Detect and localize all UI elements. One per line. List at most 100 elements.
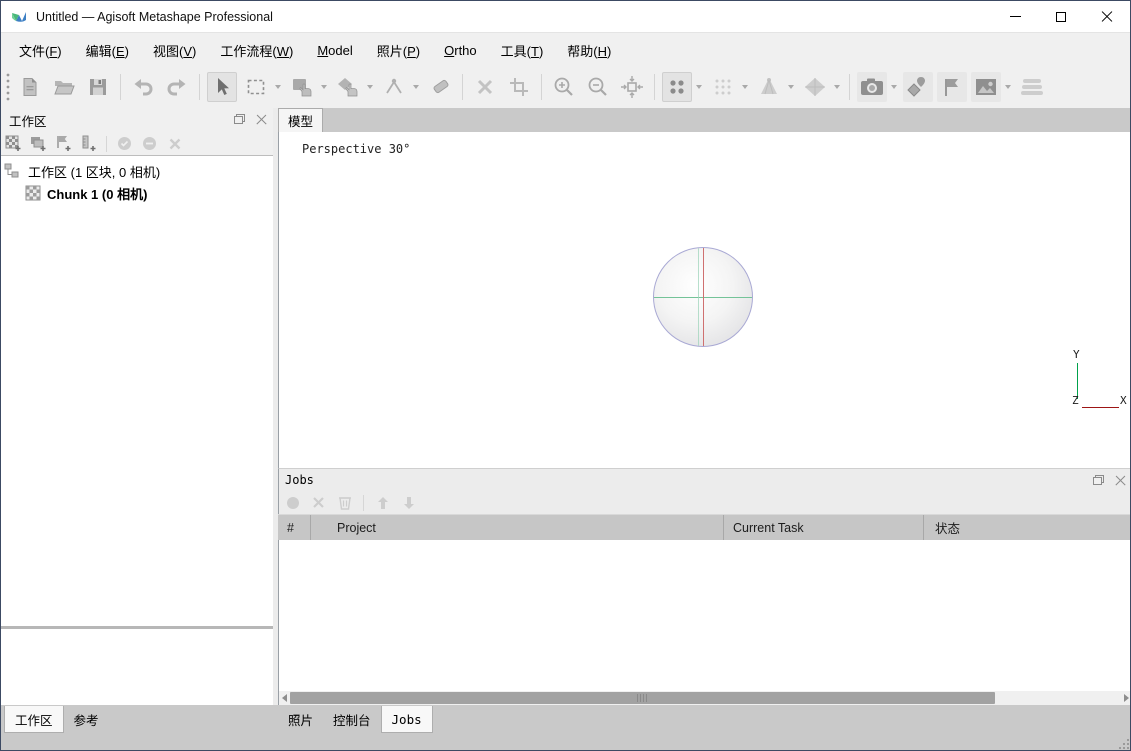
rotate-region-dropdown[interactable] [365, 72, 375, 102]
dem-stack-button[interactable] [1017, 72, 1047, 102]
menu-file[interactable]: 文件(F) [7, 35, 74, 66]
rectangle-selection-icon [246, 77, 266, 97]
menu-edit[interactable]: 编辑(E) [74, 35, 141, 66]
cancel-job-button[interactable] [309, 493, 328, 512]
redo-button[interactable] [162, 72, 192, 102]
point-cloud-dropdown[interactable] [694, 72, 704, 102]
axis-gizmo: Y Z X [1069, 348, 1131, 410]
zoom-in-icon [553, 76, 575, 98]
tab-model[interactable]: 模型 [278, 108, 323, 132]
tab-photos[interactable]: 照片 [278, 706, 323, 733]
add-scalebar-button[interactable] [79, 134, 98, 153]
left-pane-tabs: 工作区 参考 [4, 706, 109, 733]
delete-icon [476, 78, 494, 96]
move-down-icon [403, 496, 415, 510]
rectangle-selection-button[interactable] [241, 72, 271, 102]
tab-reference[interactable]: 参考 [64, 706, 109, 733]
model-shaded-button[interactable] [754, 72, 784, 102]
minimize-button[interactable] [992, 1, 1038, 32]
save-project-button[interactable] [83, 72, 113, 102]
close-icon [1101, 11, 1113, 23]
enable-item-button[interactable] [115, 134, 134, 153]
tab-console[interactable]: 控制台 [323, 706, 381, 733]
workspace-float-button[interactable] [231, 111, 247, 127]
model-tabstrip: 模型 [278, 108, 1131, 132]
model-viewport[interactable]: Perspective 30° Y Z X [278, 132, 1131, 468]
move-up-button[interactable] [373, 493, 392, 512]
pause-job-button[interactable] [283, 493, 302, 512]
point-cloud-button[interactable] [662, 72, 692, 102]
tie-points-button[interactable] [708, 72, 738, 102]
float-icon [234, 114, 245, 124]
column-header-current-task[interactable]: Current Task [724, 515, 924, 540]
rotate-region-button[interactable] [333, 72, 363, 102]
camera-dropdown[interactable] [889, 72, 899, 102]
undo-button[interactable] [128, 72, 158, 102]
tree-item-workspace-root[interactable]: 工作区 (1 区块, 0 相机) [1, 160, 273, 182]
trackball-sphere[interactable] [653, 247, 753, 347]
menu-workflow[interactable]: 工作流程(W) [208, 35, 305, 66]
jobs-close-button[interactable] [1112, 472, 1128, 488]
horizontal-scrollbar[interactable] [278, 691, 1131, 705]
add-chunk-button[interactable] [4, 134, 23, 153]
flag-button[interactable] [937, 72, 967, 102]
scroll-right-button[interactable] [1121, 691, 1131, 705]
remove-item-button[interactable] [165, 134, 184, 153]
menu-photo[interactable]: 照片(P) [365, 35, 432, 66]
ortho-image-dropdown[interactable] [1003, 72, 1013, 102]
add-photos-button[interactable] [29, 134, 48, 153]
shapes-icon [906, 76, 930, 98]
move-down-button[interactable] [399, 493, 418, 512]
rotate-object-button[interactable] [287, 72, 317, 102]
save-project-icon [88, 77, 108, 97]
add-scalebar-icon [80, 135, 97, 152]
eraser-button[interactable] [425, 72, 455, 102]
tiled-model-dropdown[interactable] [832, 72, 842, 102]
tiled-model-button[interactable] [800, 72, 830, 102]
shapes-button[interactable] [903, 72, 933, 102]
tab-jobs[interactable]: Jobs [381, 706, 433, 733]
zoom-in-button[interactable] [549, 72, 579, 102]
menu-ortho[interactable]: Ortho [432, 37, 489, 64]
clear-jobs-button[interactable] [335, 493, 354, 512]
add-chunk-icon [5, 135, 22, 152]
scroll-left-button[interactable] [279, 691, 290, 705]
delete-button[interactable] [470, 72, 500, 102]
close-button[interactable] [1084, 1, 1130, 32]
fit-view-button[interactable] [617, 72, 647, 102]
add-marker-button[interactable] [54, 134, 73, 153]
column-header-number[interactable]: # [278, 515, 311, 540]
maximize-button[interactable] [1038, 1, 1084, 32]
menu-tools[interactable]: 工具(T) [489, 35, 556, 66]
sphere-vertical-axis [703, 248, 704, 346]
ruler-dropdown[interactable] [411, 72, 421, 102]
menu-help[interactable]: 帮助(H) [555, 35, 623, 66]
camera-button[interactable] [857, 72, 887, 102]
selection-arrow-button[interactable] [207, 72, 237, 102]
column-header-status[interactable]: 状态 [924, 515, 1131, 540]
scrollbar-thumb[interactable] [290, 692, 995, 704]
enable-icon [117, 136, 132, 151]
model-shaded-dropdown[interactable] [786, 72, 796, 102]
disable-item-button[interactable] [140, 134, 159, 153]
menu-view[interactable]: 视图(V) [141, 35, 208, 66]
toolbar-grip[interactable] [3, 70, 13, 104]
rectangle-selection-dropdown[interactable] [273, 72, 283, 102]
tab-workspace[interactable]: 工作区 [4, 706, 64, 733]
tree-item-chunk[interactable]: Chunk 1 (0 相机) [1, 182, 273, 204]
zoom-out-button[interactable] [583, 72, 613, 102]
menu-model[interactable]: Model [305, 37, 364, 64]
ruler-button[interactable] [379, 72, 409, 102]
column-header-project[interactable]: Project [311, 515, 724, 540]
ortho-image-button[interactable] [971, 72, 1001, 102]
new-project-button[interactable] [15, 72, 45, 102]
open-project-button[interactable] [49, 72, 79, 102]
resize-grip[interactable] [1118, 738, 1130, 750]
rotate-object-dropdown[interactable] [319, 72, 329, 102]
workspace-close-button[interactable] [253, 111, 269, 127]
eraser-icon [430, 77, 450, 97]
crop-button[interactable] [504, 72, 534, 102]
maximize-icon [1056, 12, 1066, 22]
tie-points-dropdown[interactable] [740, 72, 750, 102]
jobs-float-button[interactable] [1090, 472, 1106, 488]
